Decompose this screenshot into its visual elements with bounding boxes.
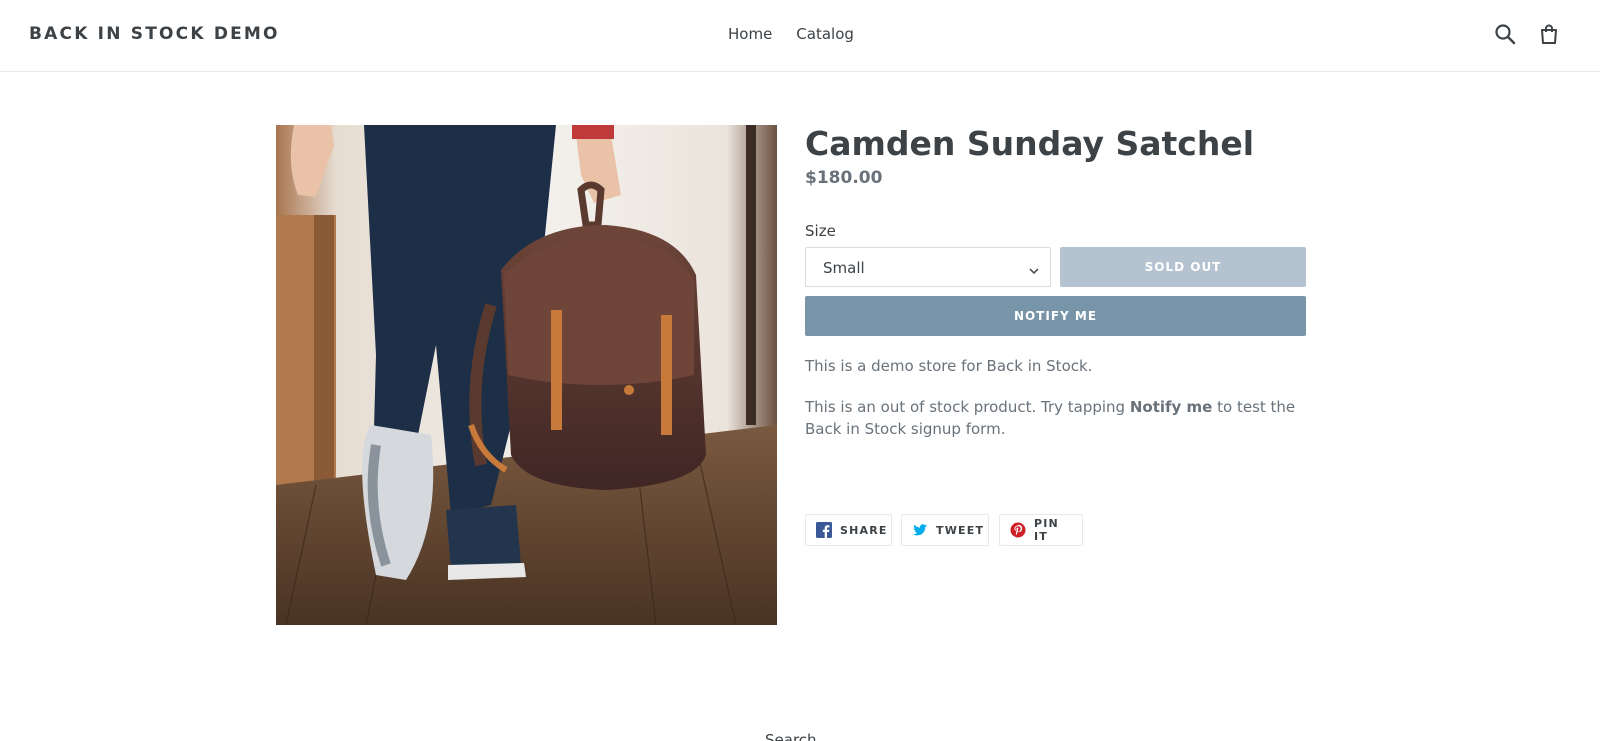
size-select-value: Small <box>823 259 865 277</box>
pinterest-icon <box>1010 522 1026 538</box>
product-title: Camden Sunday Satchel <box>805 124 1255 163</box>
size-label: Size <box>805 222 836 240</box>
nav-catalog-link[interactable]: Catalog <box>796 25 854 43</box>
share-twitter-label: TWEET <box>936 523 985 537</box>
search-icon[interactable] <box>1493 22 1517 46</box>
store-logo[interactable]: BACK IN STOCK DEMO <box>29 24 280 44</box>
description-details: This is an out of stock product. Try tap… <box>805 396 1305 440</box>
chevron-down-icon <box>1028 262 1040 275</box>
share-twitter-button[interactable]: TWEET <box>901 514 989 546</box>
description-text: This is an out of stock product. Try tap… <box>805 398 1130 416</box>
notify-me-button[interactable]: NOTIFY ME <box>805 296 1306 336</box>
share-pinterest-button[interactable]: PIN IT <box>999 514 1083 546</box>
sold-out-button: SOLD OUT <box>1060 247 1306 287</box>
main-nav: Home Catalog <box>728 25 854 43</box>
share-facebook-label: SHARE <box>840 523 888 537</box>
nav-home-link[interactable]: Home <box>728 25 772 43</box>
size-select[interactable]: Small <box>805 247 1051 287</box>
twitter-icon <box>912 522 928 538</box>
description-intro: This is a demo store for Back in Stock. <box>805 357 1093 375</box>
description-emphasis: Notify me <box>1129 398 1213 416</box>
facebook-icon <box>816 522 832 538</box>
share-pinterest-label: PIN IT <box>1034 517 1059 543</box>
footer-search-heading: Search <box>765 731 817 741</box>
site-header: BACK IN STOCK DEMO Home Catalog <box>0 0 1600 72</box>
product-price: $180.00 <box>805 168 883 188</box>
product-photo[interactable] <box>276 125 777 625</box>
cart-icon[interactable] <box>1537 22 1561 46</box>
share-facebook-button[interactable]: SHARE <box>805 514 892 546</box>
